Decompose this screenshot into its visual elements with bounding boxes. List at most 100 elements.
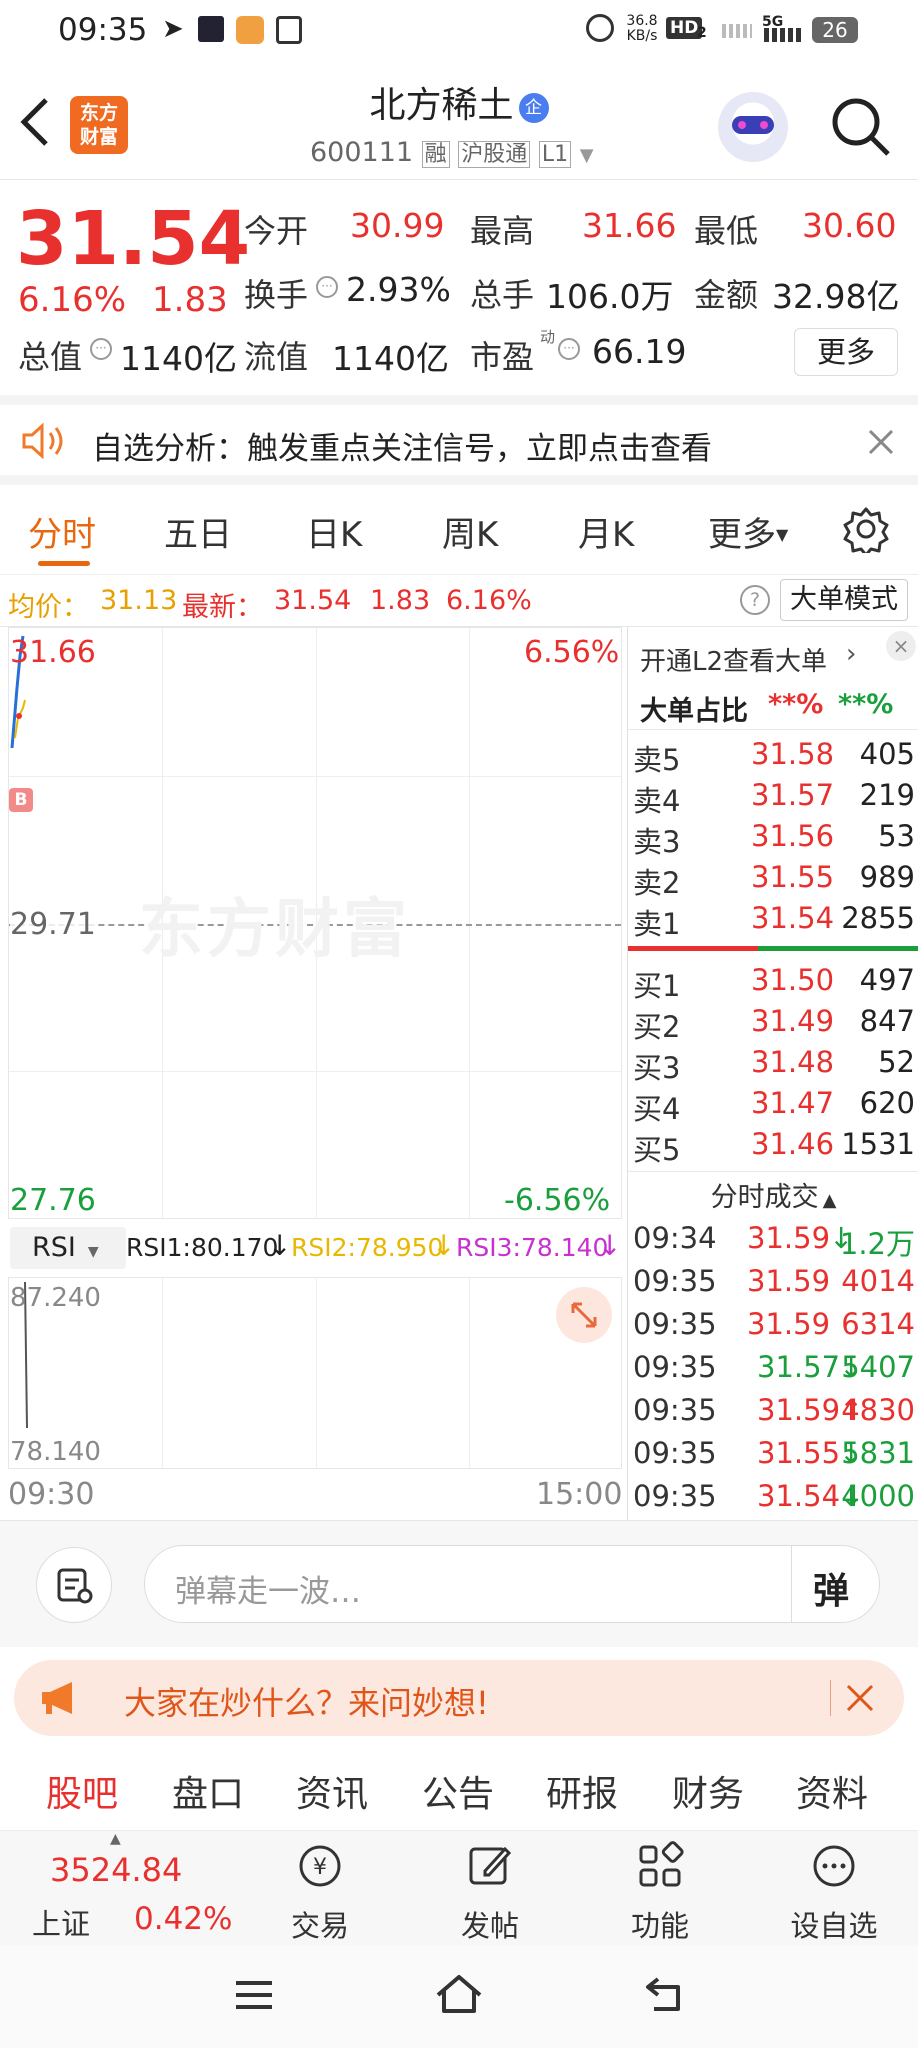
tab-daily-k[interactable]: 日K	[306, 507, 362, 556]
svg-text:¥: ¥	[313, 1855, 327, 1880]
chart-tabs: 分时 五日 日K 周K 月K 更多▼	[0, 485, 918, 575]
intraday-chart[interactable]: 东方财富 B 31.66 6.56% 29.71 27.76 -6.56% RS…	[0, 627, 627, 1520]
low-value: 30.60	[802, 206, 897, 245]
ask-label: 卖3	[633, 825, 681, 859]
analysis-alert[interactable]: 自选分析：触发重点关注信号，立即点击查看	[0, 395, 918, 485]
bid-volume: 497	[859, 963, 915, 997]
danmu-input[interactable]: 弹幕走一波… 弹	[144, 1545, 880, 1623]
more-info-icon[interactable]: ···	[558, 338, 580, 360]
tab-more[interactable]: 更多▼	[708, 507, 788, 556]
amount-value: 32.98亿	[772, 277, 900, 316]
more-button[interactable]: 更多	[794, 328, 898, 376]
chevron-right-icon: ›	[846, 639, 857, 669]
active-tab-indicator	[38, 561, 90, 566]
tab-forum[interactable]: 股吧	[46, 1765, 118, 1817]
tick-time: 09:34	[633, 1221, 717, 1255]
tick-price: 31.59	[757, 1393, 841, 1427]
latest-change-amt: 1.83	[370, 585, 431, 616]
robot-avatar[interactable]	[718, 92, 788, 162]
tab-weekly-k[interactable]: 周K	[442, 507, 498, 556]
tab-five-day[interactable]: 五日	[164, 507, 232, 556]
close-icon[interactable]	[866, 427, 896, 457]
clipboard-icon	[276, 16, 302, 44]
close-icon[interactable]	[844, 1682, 876, 1714]
home-icon[interactable]	[434, 1973, 484, 2015]
hd-sub: 2	[697, 25, 707, 41]
tab-profile[interactable]: 资料	[796, 1765, 868, 1817]
tab-order-book[interactable]: 盘口	[172, 1765, 244, 1817]
search-icon[interactable]	[830, 96, 892, 158]
bid-price: 31.47	[751, 1086, 835, 1120]
more-info-icon[interactable]: ···	[316, 276, 338, 298]
ask-volume: 989	[859, 860, 915, 894]
ticks-header[interactable]: 分时成交 ▲	[628, 1175, 918, 1214]
ask-row[interactable]: 卖5 31.58 405	[633, 737, 915, 778]
ask-banner[interactable]: 大家在炒什么？来问妙想!	[14, 1660, 904, 1736]
add-watchlist-button[interactable]: 设自选	[764, 1831, 904, 1946]
l2-upgrade-link[interactable]: 开通L2查看大单 ›	[628, 627, 918, 679]
bid-row[interactable]: 买4 31.47 620	[633, 1086, 915, 1127]
tick-volume: 6314	[841, 1307, 915, 1341]
buy-marker[interactable]: B	[9, 788, 33, 812]
caret-down-icon: ▼	[87, 1244, 99, 1260]
bid-row[interactable]: 买5 31.46 1531	[633, 1127, 915, 1168]
index-ticker[interactable]: ▲ 3524.84 上证 0.42%	[0, 1831, 250, 1946]
functions-button[interactable]: 功能	[590, 1831, 730, 1946]
bid-row[interactable]: 买3 31.48 52	[633, 1045, 915, 1086]
big-order-mode-button[interactable]: 大单模式	[780, 579, 908, 621]
help-icon[interactable]: ?	[740, 585, 770, 615]
more-info-icon[interactable]: ···	[90, 338, 112, 360]
bid-volume: 52	[878, 1045, 915, 1079]
alarm-icon	[586, 14, 614, 42]
danmu-toggle-icon[interactable]: 弹	[813, 1562, 849, 1614]
tab-monthly-k[interactable]: 月K	[578, 507, 634, 556]
trade-button[interactable]: ¥ 交易	[250, 1831, 390, 1946]
latest-label: 最新：	[182, 592, 263, 623]
price-info-bar: 均价： 31.13 最新： 31.54 1.83 6.16% ? 大单模式	[0, 575, 918, 627]
net-unit: KB/s	[626, 28, 658, 44]
settings-gear-icon[interactable]	[842, 505, 890, 553]
net-speed: 36.8	[626, 13, 658, 29]
ask-price: 31.55	[751, 860, 835, 894]
ask-row[interactable]: 卖4 31.57 219	[633, 778, 915, 819]
cell-signal-icon	[764, 28, 804, 42]
tab-news[interactable]: 资讯	[296, 1765, 368, 1817]
indicator-select[interactable]: RSI ▼	[10, 1227, 126, 1269]
ask-volume: 2855	[841, 901, 915, 935]
stock-code-row[interactable]: 600111 融 沪股通 L1 ▼	[310, 136, 594, 168]
open-value: 30.99	[350, 206, 445, 245]
tick-price: 31.59	[747, 1264, 831, 1298]
indicator-select-label: RSI	[32, 1232, 76, 1263]
bid-row[interactable]: 买2 31.49 847	[633, 1004, 915, 1045]
high-label: 最高	[470, 212, 535, 250]
ask-row[interactable]: 卖2 31.55 989	[633, 860, 915, 901]
float-value: 1140亿	[332, 339, 449, 378]
bid-row[interactable]: 买1 31.50 497	[633, 963, 915, 1004]
tab-announcements[interactable]: 公告	[422, 1765, 494, 1817]
tick-row: 09:35 31.55 ↓ 5831	[633, 1436, 915, 1479]
tick-price: 31.55	[757, 1436, 841, 1470]
ask-label: 卖2	[633, 866, 681, 900]
ask-volume: 53	[878, 819, 915, 853]
close-icon[interactable]: ×	[886, 631, 916, 661]
bid-label: 买5	[633, 1133, 681, 1167]
post-button[interactable]: 发帖	[420, 1831, 560, 1946]
tick-time: 09:35	[633, 1393, 717, 1427]
ask-row[interactable]: 卖1 31.54 2855	[633, 901, 915, 942]
tab-intraday[interactable]: 分时	[28, 507, 96, 556]
bottom-info-tabs: 股吧 盘口 资讯 公告 研报 财务 资料	[0, 1745, 918, 1830]
bid-volume: 847	[859, 1004, 915, 1038]
ask-price: 31.54	[751, 901, 835, 935]
status-bar: 09:35 ➤ 36.8 KB/s HD 2 5G 26	[0, 0, 918, 62]
danmu-settings-icon[interactable]	[36, 1547, 112, 1623]
bid-price: 31.50	[751, 963, 835, 997]
back-icon[interactable]	[644, 1975, 686, 2013]
functions-label: 功能	[630, 1909, 689, 1943]
ask-row[interactable]: 卖3 31.56 53	[633, 819, 915, 860]
tab-financials[interactable]: 财务	[672, 1765, 744, 1817]
expand-icon[interactable]	[556, 1287, 612, 1343]
menu-icon[interactable]	[234, 1979, 274, 2011]
tab-research[interactable]: 研报	[546, 1765, 618, 1817]
down-arrow-icon: ↓	[268, 1229, 292, 1262]
index-name: 上证	[32, 1907, 91, 1941]
